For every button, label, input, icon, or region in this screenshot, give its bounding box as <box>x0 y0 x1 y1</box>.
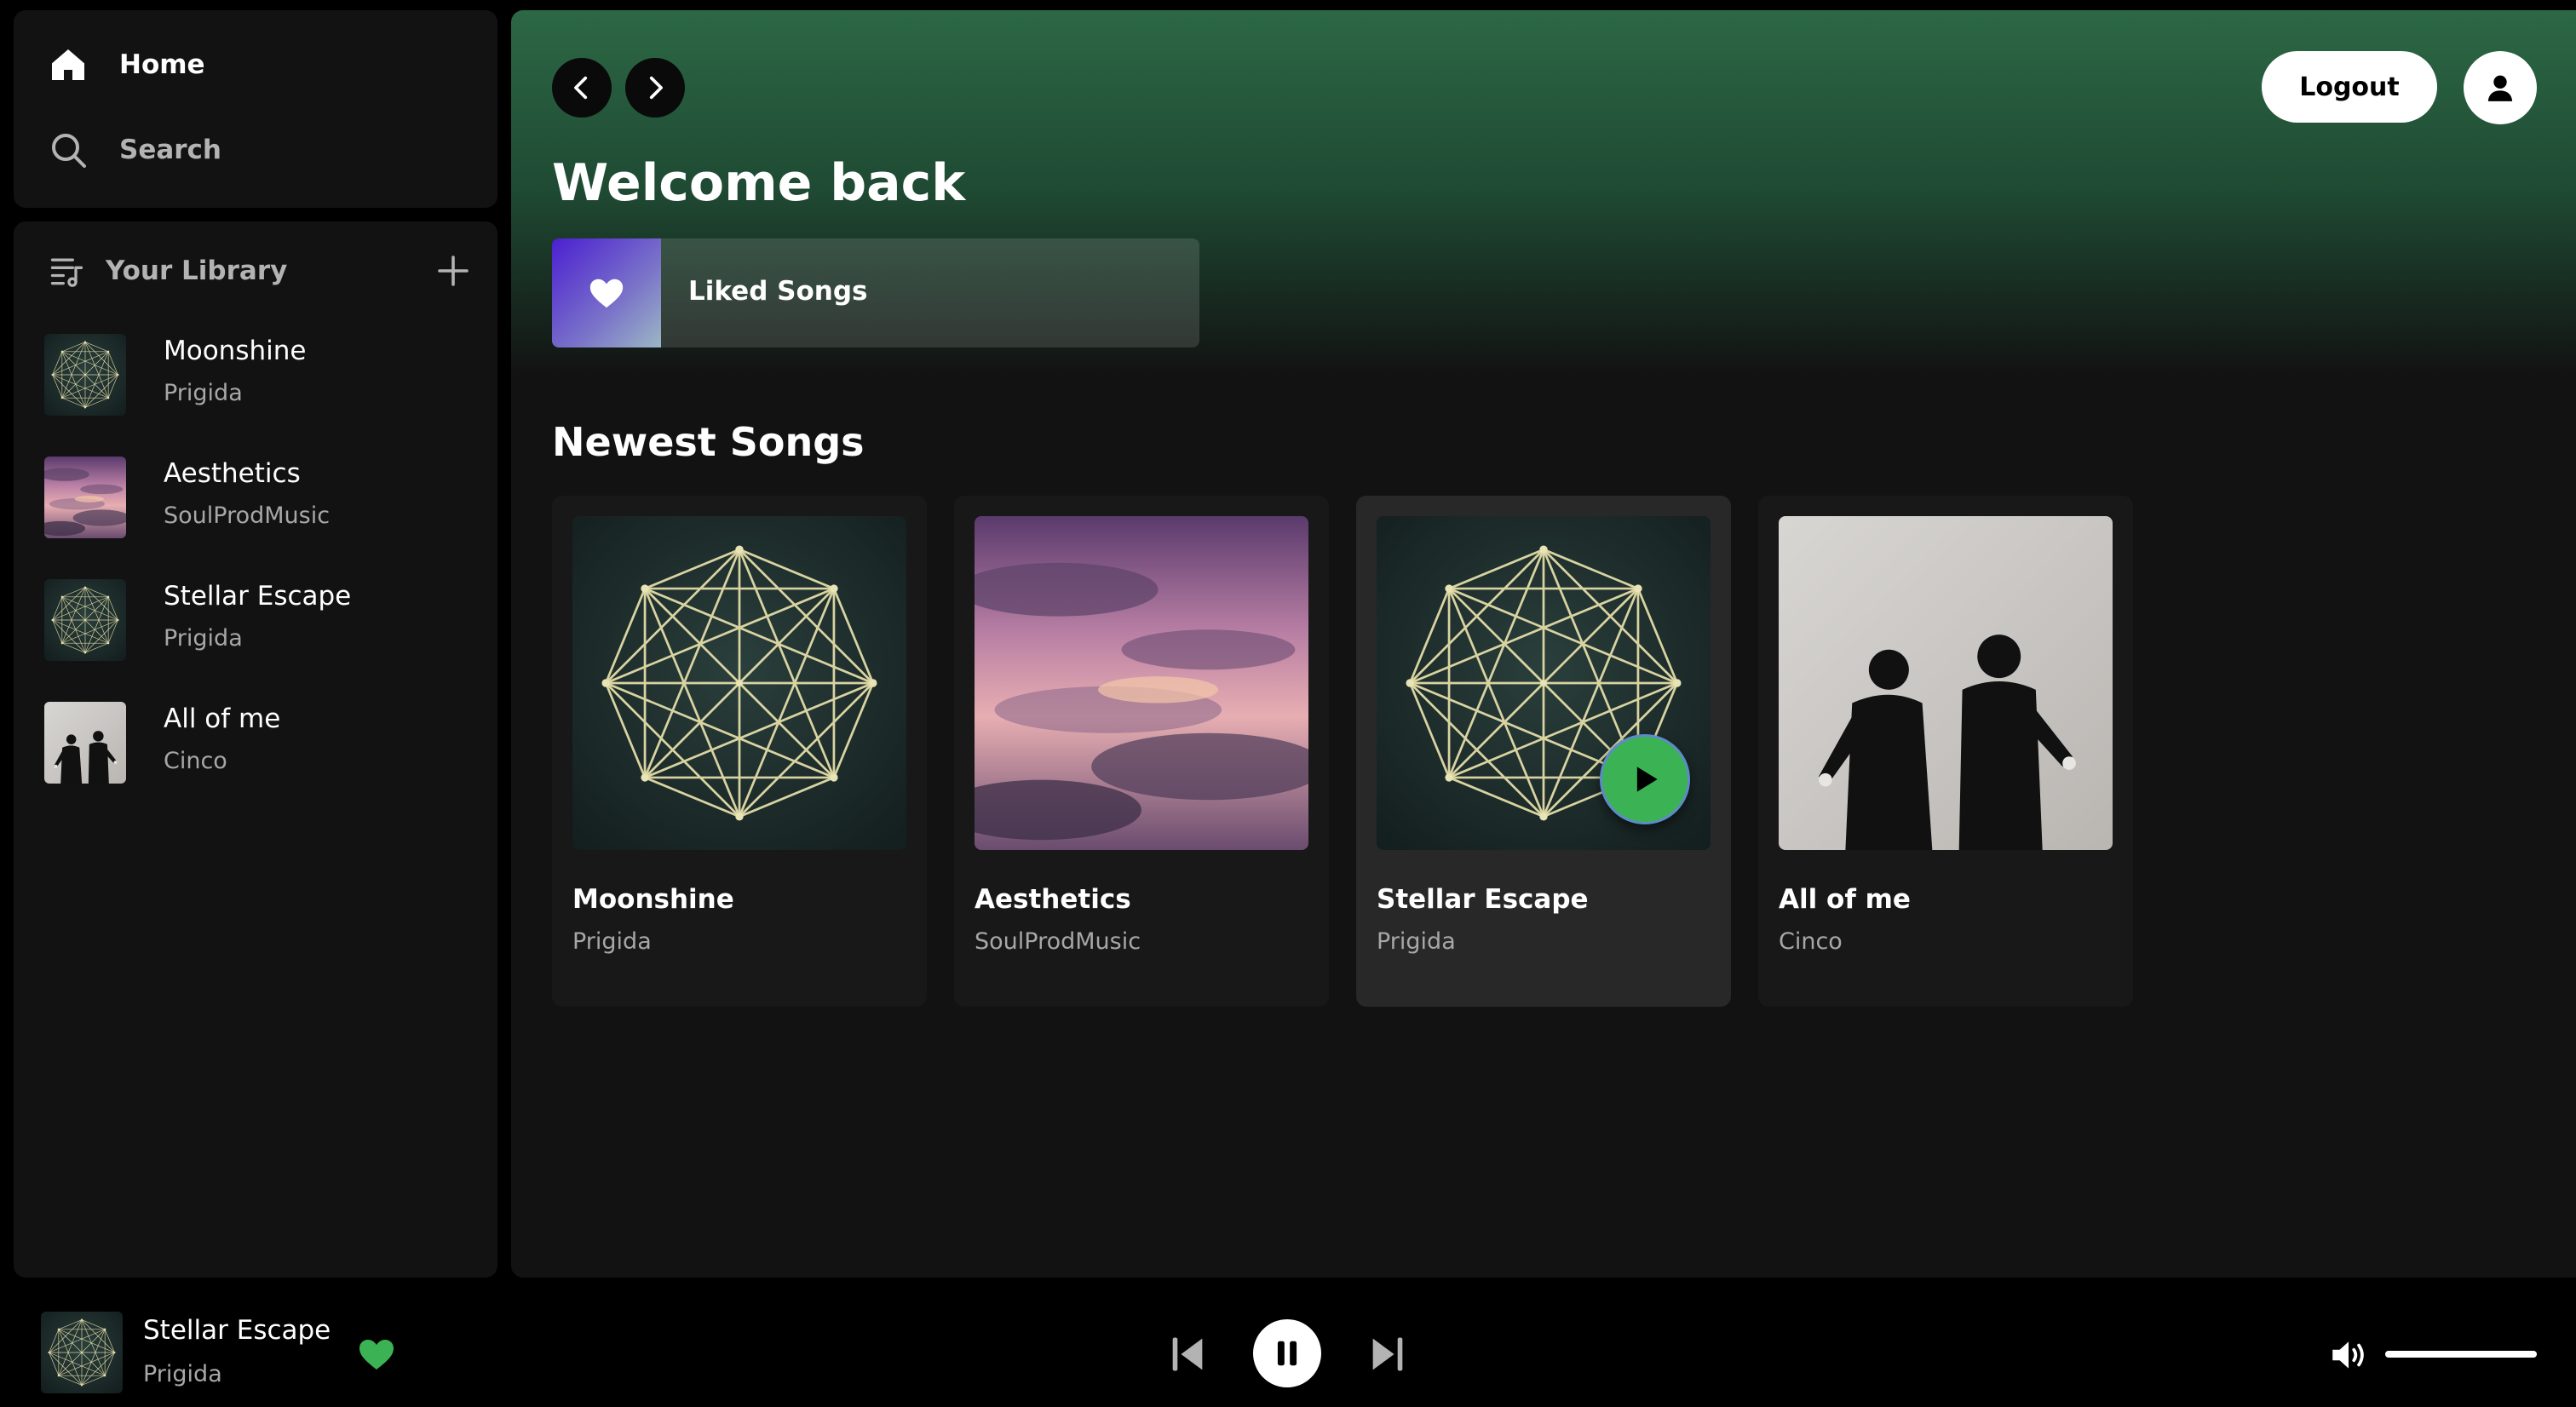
cover-art-sky <box>44 457 126 538</box>
volume-icon[interactable] <box>2327 1334 2370 1376</box>
library-item-title: Aesthetics <box>164 458 301 489</box>
library-header: Your Library <box>48 245 474 296</box>
library-item-title: Stellar Escape <box>164 581 352 612</box>
now-playing-art <box>41 1312 123 1393</box>
library-item-artist: Cinco <box>164 748 227 774</box>
library-icon[interactable] <box>48 252 85 290</box>
song-card-title: All of me <box>1779 884 1911 915</box>
chevron-right-icon <box>649 76 663 100</box>
add-playlist-icon[interactable] <box>433 250 474 291</box>
now-playing-artist[interactable]: Prigida <box>143 1361 222 1387</box>
song-card-title: Aesthetics <box>975 884 1131 915</box>
song-card-artist: Cinco <box>1779 928 1843 955</box>
play-icon <box>1636 767 1658 792</box>
cover-art-geometric <box>572 516 906 850</box>
chevron-left-icon <box>574 76 588 100</box>
library-title[interactable]: Your Library <box>106 256 287 286</box>
profile-button[interactable] <box>2464 51 2537 124</box>
liked-songs-label: Liked Songs <box>688 276 868 307</box>
volume-level <box>2385 1351 2537 1358</box>
song-card-artist: Prigida <box>572 928 652 955</box>
cover-art-sketch <box>44 702 126 784</box>
forward-button[interactable] <box>625 58 685 118</box>
library-item-moonshine[interactable]: Moonshine Prigida <box>44 330 479 419</box>
nav-home-label: Home <box>119 49 205 80</box>
nav-home-link[interactable]: Home <box>48 44 205 85</box>
library-item-title: Moonshine <box>164 336 307 366</box>
now-playing-title[interactable]: Stellar Escape <box>143 1315 331 1346</box>
search-icon <box>52 134 86 168</box>
song-card-title: Stellar Escape <box>1377 884 1589 915</box>
song-card-all-of-me[interactable]: All of me Cinco <box>1758 496 2133 1007</box>
song-card-artist: SoulProdMusic <box>975 928 1141 955</box>
nav-search-label: Search <box>119 135 222 165</box>
cover-art-geometric <box>44 579 126 661</box>
cover-art-sketch <box>1779 516 2113 850</box>
back-button[interactable] <box>552 58 612 118</box>
volume-slider[interactable] <box>2385 1351 2537 1358</box>
library-item-artist: Prigida <box>164 380 243 406</box>
library-panel: Your Library Moonshine Prigida Aesthetic… <box>14 221 497 1278</box>
song-card-aesthetics[interactable]: Aesthetics SoulProdMusic <box>954 496 1329 1007</box>
library-item-all-of-me[interactable]: All of me Cinco <box>44 698 479 787</box>
like-heart-icon[interactable] <box>356 1334 397 1375</box>
home-icon <box>52 49 84 80</box>
library-item-artist: Prigida <box>164 625 243 652</box>
main-panel: Logout Welcome back Liked Songs Newest S… <box>511 10 2576 1278</box>
logout-button[interactable]: Logout <box>2262 51 2437 123</box>
user-icon <box>2487 75 2513 101</box>
library-item-aesthetics[interactable]: Aesthetics SoulProdMusic <box>44 453 479 542</box>
song-card-moonshine[interactable]: Moonshine Prigida <box>552 496 927 1007</box>
song-card-stellar-escape[interactable]: Stellar Escape Prigida <box>1356 496 1731 1007</box>
song-card-title: Moonshine <box>572 884 734 915</box>
liked-songs-card[interactable]: Liked Songs <box>552 238 1199 347</box>
cover-art-sky <box>975 516 1308 850</box>
previous-track-icon[interactable] <box>1165 1332 1210 1376</box>
library-item-artist: SoulProdMusic <box>164 502 331 529</box>
heart-icon <box>589 279 624 308</box>
liked-songs-art <box>552 238 661 347</box>
pause-icon <box>1277 1341 1297 1366</box>
library-item-title: All of me <box>164 704 281 734</box>
section-title-newest-songs: Newest Songs <box>552 419 865 465</box>
card-play-button[interactable] <box>1600 734 1690 824</box>
song-card-artist: Prigida <box>1377 928 1456 955</box>
next-track-icon[interactable] <box>1366 1332 1410 1376</box>
cover-art-geometric <box>44 334 126 416</box>
play-pause-button[interactable] <box>1253 1319 1321 1387</box>
nav-search-link[interactable]: Search <box>48 129 221 170</box>
page-title: Welcome back <box>552 153 966 213</box>
player-bar: Stellar Escape Prigida <box>0 1278 2576 1407</box>
nav-panel: Home Search <box>14 10 497 208</box>
library-item-stellar-escape[interactable]: Stellar Escape Prigida <box>44 576 479 664</box>
